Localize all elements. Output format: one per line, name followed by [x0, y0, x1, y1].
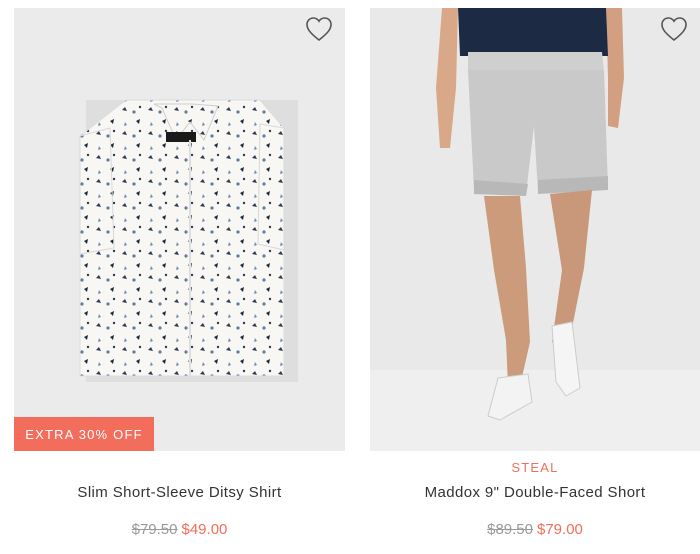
original-price: $89.50 — [487, 521, 533, 538]
sale-price: $49.00 — [181, 521, 228, 538]
product-image-shirt[interactable]: EXTRA 30% OFF — [14, 8, 345, 451]
product-price: $89.50 $79.00 — [370, 521, 700, 538]
product-name[interactable]: Maddox 9" Double-Faced Short — [370, 484, 700, 501]
favorite-heart-icon[interactable] — [660, 16, 688, 42]
original-price: $79.50 — [131, 521, 178, 538]
shirt-illustration — [79, 99, 298, 382]
shorts-model-photo — [370, 8, 700, 451]
discount-badge: EXTRA 30% OFF — [14, 417, 154, 451]
product-card-shorts[interactable]: STEAL Maddox 9" Double-Faced Short $89.5… — [370, 8, 700, 538]
favorite-heart-icon[interactable] — [305, 16, 333, 42]
sale-price: $79.00 — [537, 521, 583, 538]
product-card-shirt[interactable]: EXTRA 30% OFF Slim Short-Sleeve Ditsy Sh… — [14, 8, 345, 538]
product-image-shorts[interactable] — [370, 8, 700, 451]
product-name[interactable]: Slim Short-Sleeve Ditsy Shirt — [14, 484, 345, 501]
product-price: $79.50 $49.00 — [14, 521, 345, 538]
product-tag: STEAL — [511, 460, 559, 475]
